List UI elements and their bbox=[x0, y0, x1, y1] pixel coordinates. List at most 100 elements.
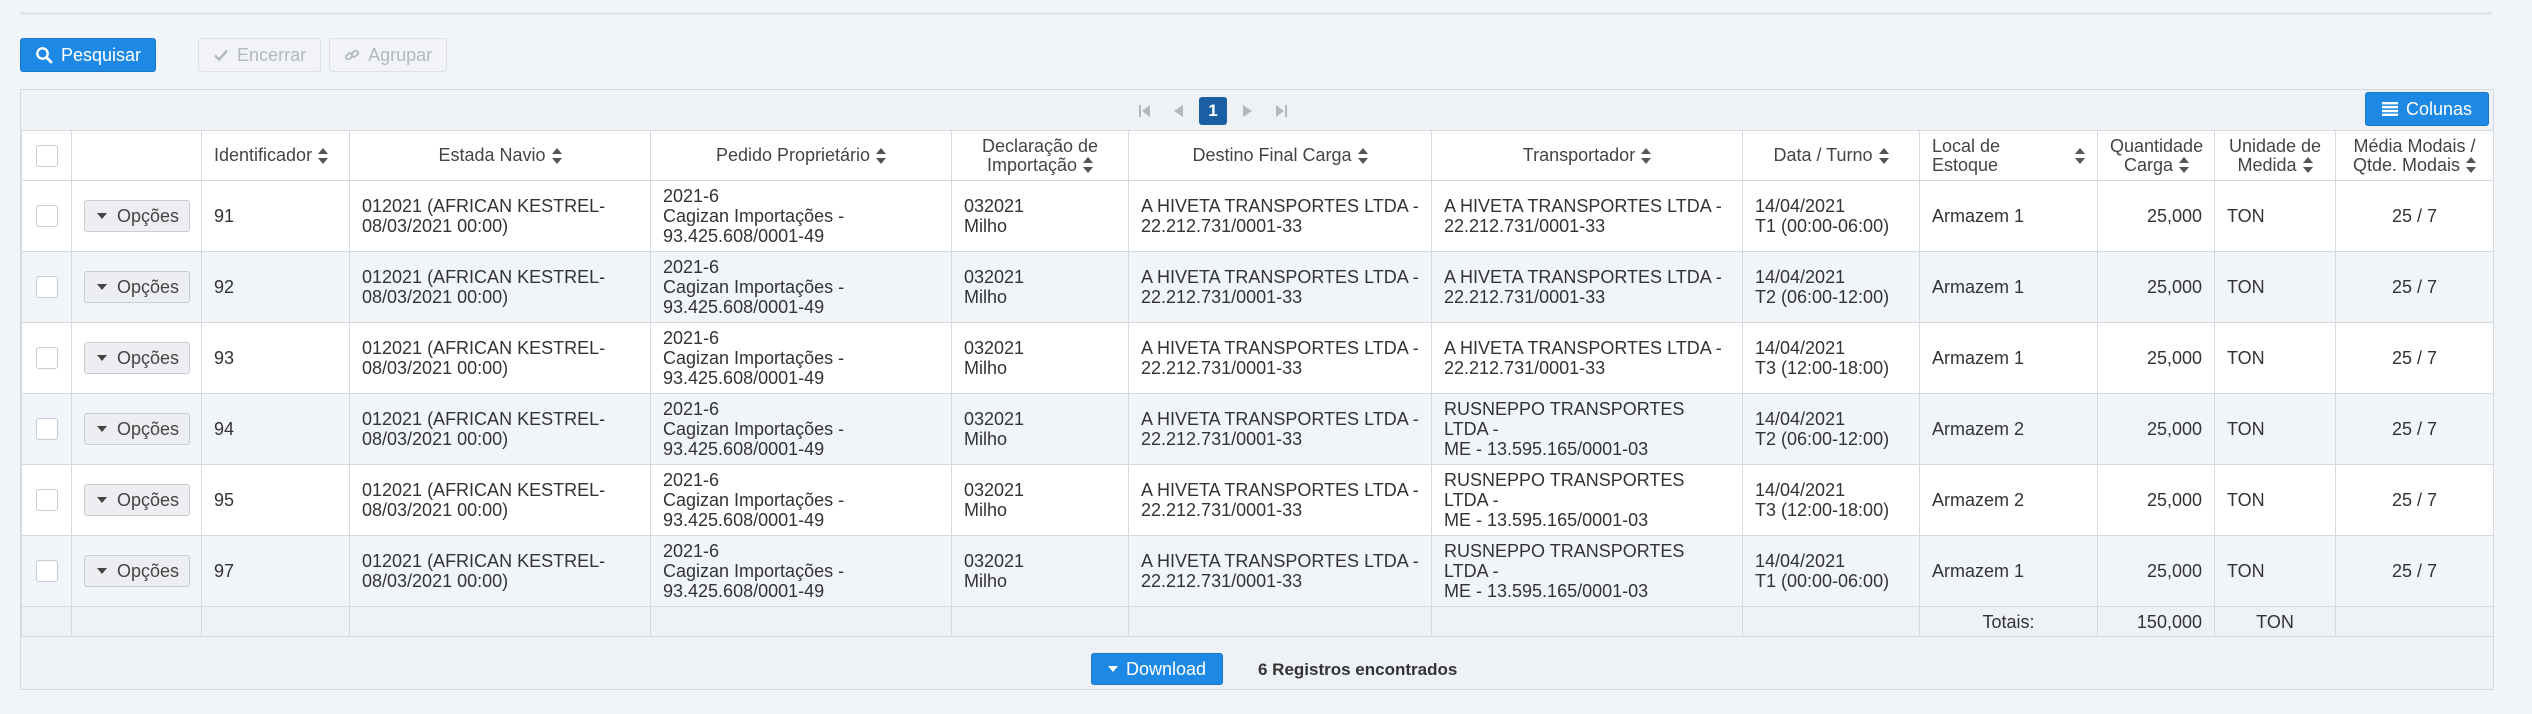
header-media-modais[interactable]: Média Modais / Qtde. Modais bbox=[2335, 130, 2494, 181]
table-row[interactable]: Opções 95 012021 (AFRICAN KESTREL- 08/03/… bbox=[21, 464, 2494, 536]
table-row[interactable]: Opções 93 012021 (AFRICAN KESTREL- 08/03/… bbox=[21, 322, 2494, 394]
cell-quantidade: 25,000 bbox=[2097, 464, 2215, 536]
header-label: Data / Turno bbox=[1773, 145, 1873, 165]
row-select-cell bbox=[21, 393, 72, 465]
cell-data-turno: 14/04/2021 T3 (12:00-18:00) bbox=[1742, 322, 1920, 394]
records-count: 6 Registros encontrados bbox=[1258, 660, 1457, 680]
options-button[interactable]: Opções bbox=[84, 413, 191, 445]
cell-line: 22.212.731/0001-33 bbox=[1141, 500, 1303, 520]
row-checkbox[interactable] bbox=[35, 276, 58, 299]
cell-unidade: TON bbox=[2214, 322, 2336, 394]
sort-icon bbox=[551, 147, 562, 164]
cell-pedido-proprietario: 2021-6 Cagizan Importações -93.425.608/00… bbox=[650, 393, 952, 465]
cell-line: 08/03/2021 00:00) bbox=[362, 429, 509, 449]
row-checkbox[interactable] bbox=[35, 347, 58, 370]
cell-data-turno: 14/04/2021 T3 (12:00-18:00) bbox=[1742, 464, 1920, 536]
cell-line: 22.212.731/0001-33 bbox=[1141, 358, 1303, 378]
cell-declaracao: 032021 Milho bbox=[951, 251, 1129, 323]
row-checkbox[interactable] bbox=[35, 489, 58, 512]
cell-transportador: A HIVETA TRANSPORTES LTDA -22.212.731/00… bbox=[1431, 251, 1743, 323]
header-label: Qtde. Modais bbox=[2352, 154, 2461, 175]
totals-unidade: TON bbox=[2214, 606, 2336, 637]
cell-destino: A HIVETA TRANSPORTES LTDA -22.212.731/00… bbox=[1128, 393, 1432, 465]
cell-line: ME - 13.595.165/0001-03 bbox=[1444, 510, 1649, 530]
table-row[interactable]: Opções 91 012021 (AFRICAN KESTREL- 08/03/… bbox=[21, 180, 2494, 252]
cell-destino: A HIVETA TRANSPORTES LTDA -22.212.731/00… bbox=[1128, 464, 1432, 536]
next-page-icon[interactable] bbox=[1233, 97, 1261, 125]
header-label: Quantidade bbox=[2110, 135, 2204, 156]
options-button[interactable]: Opções bbox=[84, 342, 191, 374]
cell-line: 14/04/2021 bbox=[1755, 551, 1846, 571]
download-button[interactable]: Download bbox=[1091, 653, 1224, 685]
select-all-cell bbox=[21, 130, 72, 181]
options-button-label: Opções bbox=[117, 206, 180, 226]
cell-identificador: 93 bbox=[201, 322, 350, 394]
cell-transportador: RUSNEPPO TRANSPORTES LTDA - ME - 13.595.1… bbox=[1431, 464, 1743, 536]
sort-icon bbox=[2466, 157, 2477, 173]
cell-line: 22.212.731/0001-33 bbox=[1141, 571, 1303, 591]
options-button[interactable]: Opções bbox=[84, 271, 191, 303]
current-page[interactable]: 1 bbox=[1199, 97, 1227, 125]
cell-estada-navio: 012021 (AFRICAN KESTREL- 08/03/2021 00:00… bbox=[349, 464, 651, 536]
options-button[interactable]: Opções bbox=[84, 555, 191, 587]
last-page-icon[interactable] bbox=[1267, 97, 1295, 125]
header-pedido-proprietario[interactable]: Pedido Proprietário bbox=[650, 130, 952, 181]
cell-line: T3 (12:00-18:00) bbox=[1755, 358, 1890, 378]
header-identificador[interactable]: Identificador bbox=[201, 130, 350, 181]
top-divider bbox=[20, 12, 2492, 15]
cell-line: A HIVETA TRANSPORTES LTDA - bbox=[1141, 338, 1419, 358]
cell-destino: A HIVETA TRANSPORTES LTDA -22.212.731/00… bbox=[1128, 180, 1432, 252]
prev-page-icon[interactable] bbox=[1165, 97, 1193, 125]
cell-line: RUSNEPPO TRANSPORTES LTDA - bbox=[1444, 541, 1685, 581]
cell-estada-navio: 012021 (AFRICAN KESTREL- 08/03/2021 00:00… bbox=[349, 180, 651, 252]
cell-transportador: RUSNEPPO TRANSPORTES LTDA - ME - 13.595.1… bbox=[1431, 393, 1743, 465]
cell-line: Cagizan Importações - bbox=[663, 561, 845, 581]
header-transportador[interactable]: Transportador bbox=[1431, 130, 1743, 181]
row-checkbox[interactable] bbox=[35, 418, 58, 441]
header-unidade[interactable]: Unidade de Medida bbox=[2214, 130, 2336, 181]
table-row[interactable]: Opções 97 012021 (AFRICAN KESTREL- 08/03/… bbox=[21, 535, 2494, 607]
cell-line: Cagizan Importações - bbox=[663, 490, 845, 510]
table-row[interactable]: Opções 92 012021 (AFRICAN KESTREL- 08/03/… bbox=[21, 251, 2494, 323]
cell-line: 22.212.731/0001-33 bbox=[1444, 358, 1606, 378]
header-quantidade[interactable]: Quantidade Carga bbox=[2097, 130, 2215, 181]
cell-identificador: 95 bbox=[201, 464, 350, 536]
row-select-cell bbox=[21, 180, 72, 252]
options-button-label: Opções bbox=[117, 348, 180, 368]
totals-empty bbox=[71, 606, 202, 637]
options-button[interactable]: Opções bbox=[84, 484, 191, 516]
cell-quantidade: 25,000 bbox=[2097, 322, 2215, 394]
cell-line: A HIVETA TRANSPORTES LTDA - bbox=[1444, 338, 1722, 358]
header-declaracao[interactable]: Declaração de Importação bbox=[951, 130, 1129, 181]
group-button[interactable]: Agrupar bbox=[329, 38, 448, 72]
cell-media-modais: 25 / 7 bbox=[2335, 393, 2494, 465]
close-button[interactable]: Encerrar bbox=[198, 38, 322, 72]
totals-empty bbox=[1742, 606, 1920, 637]
cell-destino: A HIVETA TRANSPORTES LTDA -22.212.731/00… bbox=[1128, 322, 1432, 394]
header-data-turno[interactable]: Data / Turno bbox=[1742, 130, 1920, 181]
cell-estada-navio: 012021 (AFRICAN KESTREL- 08/03/2021 00:00… bbox=[349, 251, 651, 323]
columns-button[interactable]: Colunas bbox=[2364, 92, 2489, 126]
options-button-label: Opções bbox=[117, 277, 180, 297]
select-all-checkbox[interactable] bbox=[35, 144, 58, 167]
options-button[interactable]: Opções bbox=[84, 200, 191, 232]
search-button[interactable]: Pesquisar bbox=[20, 38, 157, 72]
header-estada-navio[interactable]: Estada Navio bbox=[349, 130, 651, 181]
table-row[interactable]: Opções 94 012021 (AFRICAN KESTREL- 08/03/… bbox=[21, 393, 2494, 465]
cell-line: T2 (06:00-12:00) bbox=[1755, 429, 1890, 449]
header-local-estoque[interactable]: Local de Estoque bbox=[1919, 130, 2098, 181]
cell-pedido-proprietario: 2021-6 Cagizan Importações -93.425.608/00… bbox=[650, 251, 952, 323]
totals-empty bbox=[2335, 606, 2494, 637]
cell-estada-navio: 012021 (AFRICAN KESTREL- 08/03/2021 00:00… bbox=[349, 535, 651, 607]
cell-unidade: TON bbox=[2214, 464, 2336, 536]
cell-transportador: RUSNEPPO TRANSPORTES LTDA - ME - 13.595.1… bbox=[1431, 535, 1743, 607]
cell-line: 2021-6 bbox=[663, 399, 720, 419]
cell-media-modais: 25 / 7 bbox=[2335, 464, 2494, 536]
header-destino[interactable]: Destino Final Carga bbox=[1128, 130, 1432, 181]
first-page-icon[interactable] bbox=[1131, 97, 1159, 125]
row-options-cell: Opções bbox=[71, 393, 202, 465]
cell-line: 08/03/2021 00:00) bbox=[362, 287, 509, 307]
row-checkbox[interactable] bbox=[35, 560, 58, 583]
totals-empty bbox=[1431, 606, 1743, 637]
row-checkbox[interactable] bbox=[35, 205, 58, 228]
